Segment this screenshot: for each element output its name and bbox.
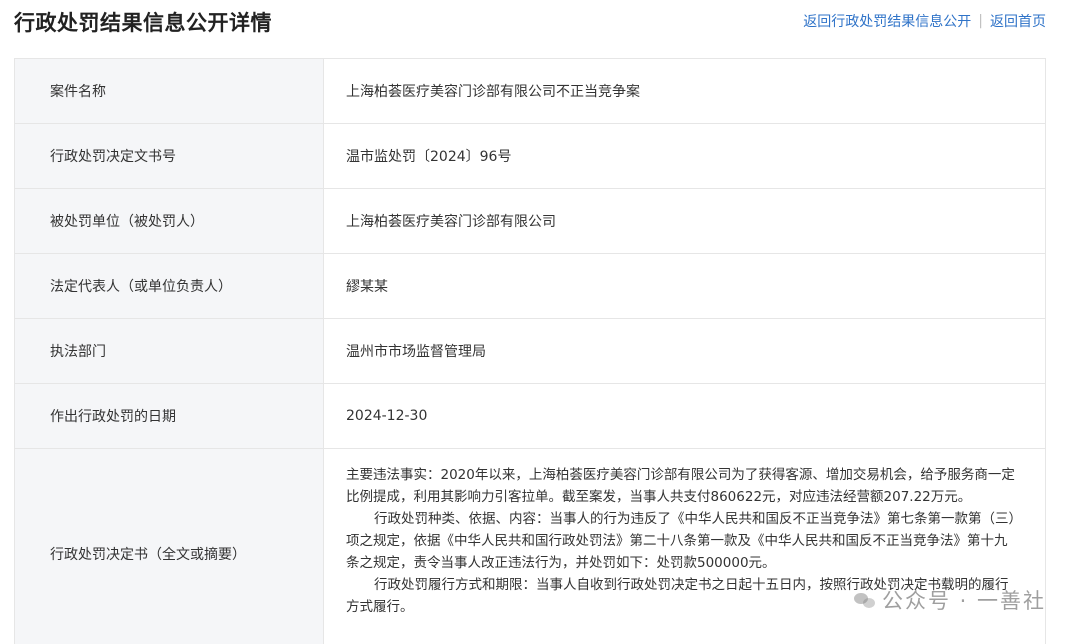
table-row-legal-representative: 法定代表人（或单位负责人） 繆某某 (14, 253, 1046, 319)
row-value-penalized-party: 上海柏荟医疗美容门诊部有限公司 (323, 188, 1046, 254)
row-label-case-name: 案件名称 (14, 58, 324, 124)
row-value-legal-representative: 繆某某 (323, 253, 1046, 319)
table-row-document-number: 行政处罚决定文书号 温市监处罚〔2024〕96号 (14, 123, 1046, 189)
row-label-penalty-date: 作出行政处罚的日期 (14, 383, 324, 449)
table-row-enforcement-dept: 执法部门 温州市市场监督管理局 (14, 318, 1046, 384)
page: 行政处罚结果信息公开详情 返回行政处罚结果信息公开 | 返回首页 案件名称 上海… (0, 0, 1080, 644)
page-title: 行政处罚结果信息公开详情 (14, 11, 272, 35)
decision-paragraph-execution: 行政处罚履行方式和期限：当事人自收到行政处罚决定书之日起十五日内，按照行政处罚决… (346, 577, 1009, 615)
row-label-enforcement-dept: 执法部门 (14, 318, 324, 384)
back-to-home-link[interactable]: 返回首页 (990, 11, 1046, 31)
row-value-enforcement-dept: 温州市市场监督管理局 (323, 318, 1046, 384)
row-label-penalized-party: 被处罚单位（被处罚人） (14, 188, 324, 254)
row-label-legal-representative: 法定代表人（或单位负责人） (14, 253, 324, 319)
table-row-case-name: 案件名称 上海柏荟医疗美容门诊部有限公司不正当竞争案 (14, 58, 1046, 124)
row-value-penalty-date: 2024-12-30 (323, 383, 1046, 449)
row-value-document-number: 温市监处罚〔2024〕96号 (323, 123, 1046, 189)
decision-paragraph-facts: 主要违法事实：2020年以来，上海柏荟医疗美容门诊部有限公司为了获得客源、增加交… (346, 467, 1015, 505)
penalty-info-table: 案件名称 上海柏荟医疗美容门诊部有限公司不正当竞争案 行政处罚决定文书号 温市监… (14, 58, 1046, 644)
decision-paragraph-basis: 行政处罚种类、依据、内容：当事人的行为违反了《中华人民共和国反不正当竞争法》第七… (346, 511, 1016, 571)
header: 行政处罚结果信息公开详情 返回行政处罚结果信息公开 | 返回首页 (0, 0, 1080, 44)
row-value-decision: 主要违法事实：2020年以来，上海柏荟医疗美容门诊部有限公司为了获得客源、增加交… (323, 448, 1046, 644)
table-row-decision: 行政处罚决定书（全文或摘要） 主要违法事实：2020年以来，上海柏荟医疗美容门诊… (14, 448, 1046, 644)
row-label-document-number: 行政处罚决定文书号 (14, 123, 324, 189)
link-separator: | (978, 13, 983, 29)
table-row-penalized-party: 被处罚单位（被处罚人） 上海柏荟医疗美容门诊部有限公司 (14, 188, 1046, 254)
back-to-list-link[interactable]: 返回行政处罚结果信息公开 (803, 11, 971, 31)
header-links: 返回行政处罚结果信息公开 | 返回首页 (803, 11, 1046, 31)
row-value-case-name: 上海柏荟医疗美容门诊部有限公司不正当竞争案 (323, 58, 1046, 124)
table-row-penalty-date: 作出行政处罚的日期 2024-12-30 (14, 383, 1046, 449)
row-label-decision: 行政处罚决定书（全文或摘要） (14, 448, 324, 644)
